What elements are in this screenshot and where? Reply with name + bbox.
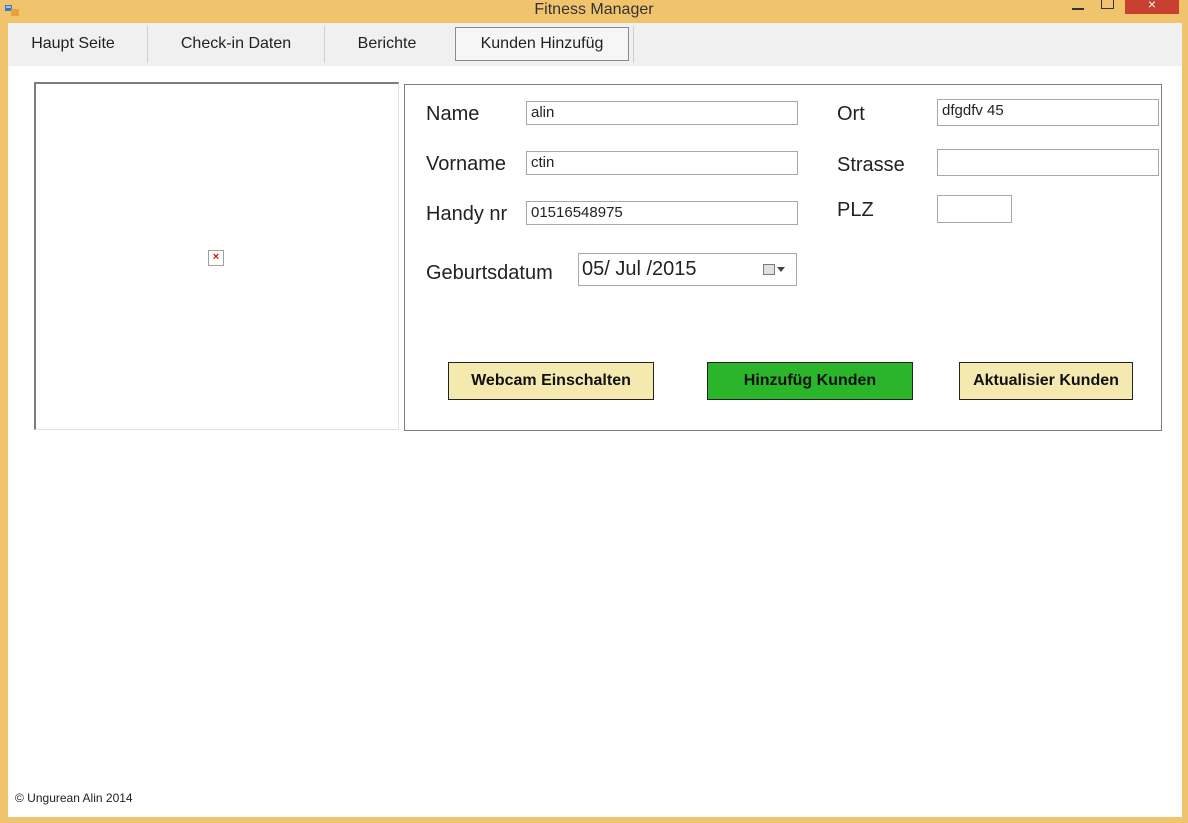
maximize-icon[interactable] — [1097, 0, 1119, 14]
plz-label: PLZ — [837, 199, 874, 221]
tab-haupt-seite[interactable]: Haupt Seite — [8, 29, 138, 59]
title-bar: Fitness Manager × — [0, 0, 1188, 22]
hinzufueg-kunden-button[interactable]: Hinzufüg Kunden — [707, 362, 913, 400]
customer-photo-box: × — [34, 82, 399, 430]
geburtsdatum-label: Geburtsdatum — [426, 262, 553, 284]
calendar-icon[interactable] — [763, 264, 775, 275]
broken-image-icon: × — [208, 250, 224, 266]
webcam-einschalten-button[interactable]: Webcam Einschalten — [448, 362, 654, 400]
close-icon[interactable]: × — [1125, 0, 1179, 14]
date-value: 05/ Jul /2015 — [582, 258, 697, 280]
handy-field[interactable]: 01516548975 — [526, 201, 798, 225]
geburtsdatum-datepicker[interactable]: 05/ Jul /2015 — [578, 253, 797, 286]
strasse-label: Strasse — [837, 154, 905, 176]
minimize-icon[interactable] — [1068, 0, 1090, 14]
tab-strip: Haupt Seite Check-in Daten Berichte Kund… — [8, 23, 1182, 66]
name-label: Name — [426, 103, 480, 125]
handy-label: Handy nr — [426, 203, 508, 225]
aktualisier-kunden-button[interactable]: Aktualisier Kunden — [959, 362, 1133, 400]
client-area: Haupt Seite Check-in Daten Berichte Kund… — [8, 23, 1182, 817]
customer-form-panel: Name alin Vorname ctin Handy nr 01516548… — [404, 84, 1162, 431]
tab-check-in-daten[interactable]: Check-in Daten — [148, 29, 324, 59]
window-title: Fitness Manager — [534, 1, 654, 18]
dropdown-arrow-icon[interactable] — [777, 267, 785, 272]
tab-separator — [633, 26, 634, 63]
tab-berichte[interactable]: Berichte — [325, 29, 449, 59]
vorname-label: Vorname — [426, 153, 507, 175]
plz-field[interactable] — [937, 195, 1012, 223]
ort-label: Ort — [837, 103, 865, 125]
copyright-text: © Ungurean Alin 2014 — [15, 791, 133, 805]
vorname-field[interactable]: ctin — [526, 151, 798, 175]
strasse-field[interactable] — [937, 149, 1159, 176]
ort-field[interactable]: dfgdfv 45 — [937, 99, 1159, 126]
tab-kunden-hinzufueg[interactable]: Kunden Hinzufüg — [455, 27, 629, 61]
name-field[interactable]: alin — [526, 101, 798, 125]
